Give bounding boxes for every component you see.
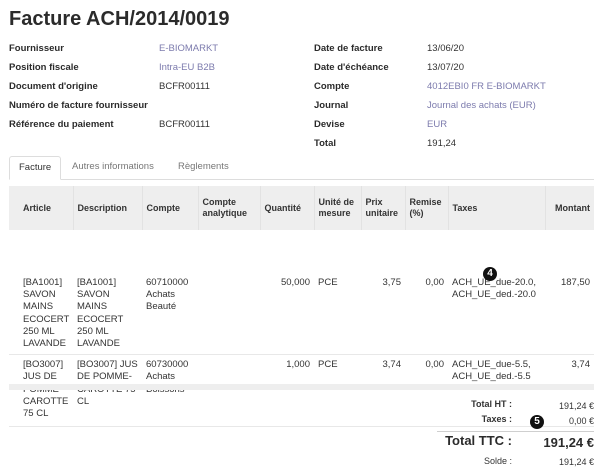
cell-quantite: 1,000 [260, 354, 314, 428]
reference-paiement-value: BCFR00111 [159, 119, 210, 130]
field-label: Document d'origine [9, 81, 98, 92]
cell-compte: 60710000 Achats Beauté [142, 230, 198, 356]
cell-taxes: ACH_UE_due-20.0, ACH_UE_ded.-20.0 [448, 230, 545, 356]
total-ttc-value: 191,24 € [543, 435, 594, 450]
journal-link[interactable]: Journal des achats (EUR) [427, 100, 536, 111]
field-numero-facture-fournisseur: Numéro de facture fournisseur [9, 100, 309, 119]
col-unite[interactable]: Unité de mesure [313, 186, 361, 230]
devise-link[interactable]: EUR [427, 119, 447, 130]
tab-reglements[interactable]: Règlements [169, 156, 238, 180]
field-label: Référence du paiement [9, 119, 114, 130]
field-label: Position fiscale [9, 62, 79, 73]
cell-prix: 3,74 [361, 354, 405, 428]
total-value: 191,24 [427, 138, 457, 149]
notebook-tabs: Facture Autres informations Règlements [9, 156, 594, 180]
field-label: Total [314, 138, 336, 149]
field-label: Date de facture [314, 43, 383, 54]
cell-prix: 3,75 [361, 230, 405, 356]
field-label: Numéro de facture fournisseur [9, 100, 148, 111]
field-label: Compte [314, 81, 350, 92]
total-ht-value: 191,24 € [558, 401, 594, 411]
col-compte[interactable]: Compte [141, 186, 198, 230]
total-ttc-label: Total TTC : [445, 433, 512, 448]
tab-autres-informations[interactable]: Autres informations [63, 156, 163, 180]
cell-unite: PCE [314, 230, 361, 356]
cell-remise: 0,00 [405, 230, 448, 356]
cell-description: [BA1001] SAVON MAINS ECOCERT 250 ML LAVA… [73, 230, 142, 356]
field-label: Devise [314, 119, 345, 130]
cell-article: [BA1001] SAVON MAINS ECOCERT 250 ML LAVA… [9, 230, 73, 356]
cell-unite: PCE [314, 354, 361, 428]
field-date-facture: Date de facture 13/06/20 [314, 43, 594, 62]
table-row[interactable]: [BA1001] SAVON MAINS ECOCERT 250 ML LAVA… [9, 230, 594, 356]
field-total: Total 191,24 [314, 138, 594, 157]
field-label: Journal [314, 100, 349, 111]
cell-quantite: 50,000 [260, 230, 314, 356]
annotation-marker-4: 4 [483, 267, 497, 281]
field-document-origine: Document d'origine BCFR00111 [9, 81, 309, 100]
field-devise: Devise EUR [314, 119, 594, 138]
table-header-row: Article Description Compte Compte analyt… [9, 186, 594, 230]
field-label: Fournisseur [9, 43, 64, 54]
field-label: Date d'échéance [314, 62, 389, 73]
col-montant[interactable]: Montant [544, 186, 594, 230]
col-compte-analytique[interactable]: Compte analytique [197, 186, 260, 230]
col-remise[interactable]: Remise (%) [404, 186, 448, 230]
field-compte: Compte 4012EBI0 FR E-BIOMARKT [314, 81, 594, 100]
field-position-fiscale: Position fiscale Intra-EU B2B [9, 62, 309, 81]
compte-link[interactable]: 4012EBI0 FR E-BIOMARKT [427, 81, 546, 92]
fournisseur-link[interactable]: E-BIOMARKT [159, 43, 218, 54]
cell-article: [BO3007] JUS DE POMME-CAROTTE 75 CL [9, 354, 73, 428]
col-description[interactable]: Description [72, 186, 142, 230]
cell-compte-analytique [198, 354, 260, 428]
invoice-lines-table: Article Description Compte Compte analyt… [9, 186, 594, 428]
position-fiscale-link[interactable]: Intra-EU B2B [159, 62, 215, 73]
field-journal: Journal Journal des achats (EUR) [314, 100, 594, 119]
col-prix[interactable]: Prix unitaire [360, 186, 405, 230]
taxes-value: 0,00 € [568, 416, 594, 426]
cell-description: [BO3007] JUS DE POMME-CAROTTE 75 CL [73, 354, 142, 428]
col-quantite[interactable]: Quantité [259, 186, 314, 230]
date-echeance-value: 13/07/20 [427, 62, 464, 73]
field-reference-paiement: Référence du paiement BCFR00111 [9, 119, 309, 138]
cell-compte-analytique [198, 230, 260, 356]
col-taxes[interactable]: Taxes [447, 186, 545, 230]
table-footer-bar [9, 384, 594, 390]
page-title: Facture ACH/2014/0019 [9, 8, 230, 30]
total-ht-label: Total HT : [471, 399, 512, 409]
solde-label: Solde : [483, 456, 512, 466]
cell-montant: 187,50 [545, 230, 594, 356]
col-article[interactable]: Article [9, 186, 73, 230]
solde-value: 191,24 € [558, 457, 594, 467]
field-date-echeance: Date d'échéance 13/07/20 [314, 62, 594, 81]
totals-divider [437, 431, 594, 432]
tab-facture[interactable]: Facture [9, 156, 62, 180]
taxes-label: Taxes : [481, 414, 512, 424]
document-origine-value: BCFR00111 [159, 81, 210, 92]
form-left-column: Fournisseur E-BIOMARKT Position fiscale … [9, 43, 309, 138]
cell-compte: 60730000 Achats Boissons [142, 354, 198, 428]
date-facture-value: 13/06/20 [427, 43, 464, 54]
field-fournisseur: Fournisseur E-BIOMARKT [9, 43, 309, 62]
form-right-column: Date de facture 13/06/20 Date d'échéance… [314, 43, 594, 157]
